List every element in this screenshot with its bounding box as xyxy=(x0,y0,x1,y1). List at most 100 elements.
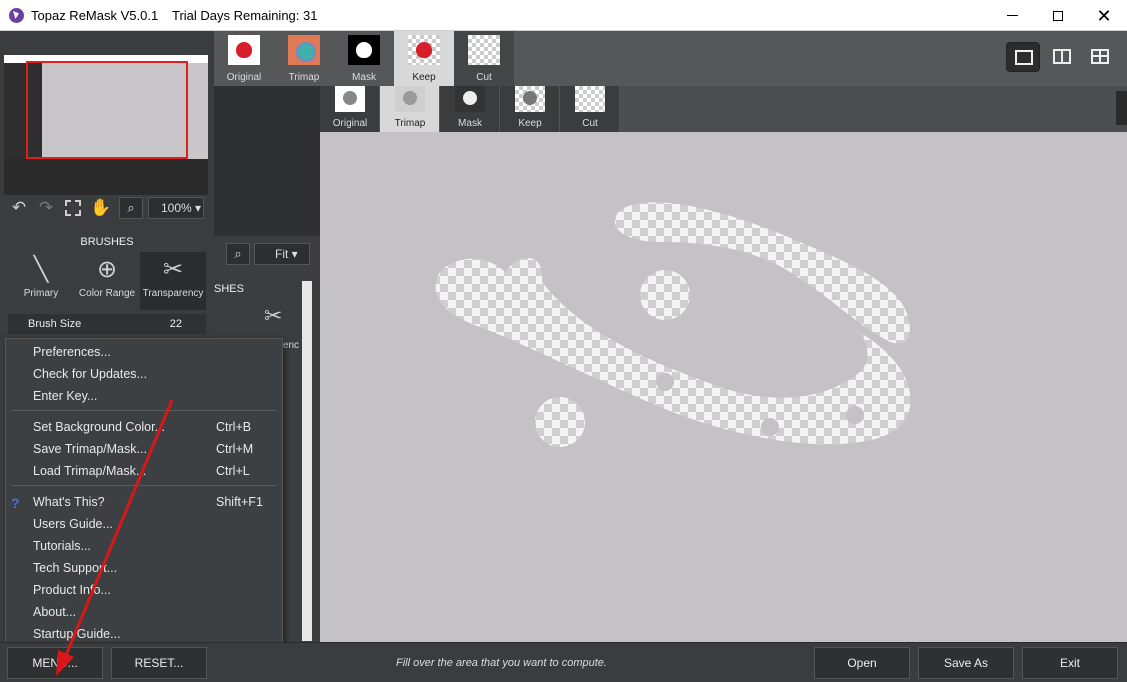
reset-button[interactable]: RESET... xyxy=(111,647,207,679)
whats-this-help-icon: ? xyxy=(11,495,20,511)
primary-brush-button[interactable]: ╲ Primary xyxy=(8,252,74,310)
color-range-brush-button[interactable]: ⊕ Color Range xyxy=(74,252,140,310)
menu-item-check-updates[interactable]: Check for Updates... xyxy=(6,363,282,385)
menu-item-label: Set Background Color... xyxy=(33,420,166,434)
menu-item-label: Users Guide... xyxy=(33,517,113,531)
apple-trimap-icon xyxy=(288,35,320,65)
trial-days-text: Trial Days Remaining: 31 xyxy=(172,8,318,23)
secondary-view-tabs: Original Trimap Mask Keep Cut xyxy=(320,86,1127,132)
brushes-title: BRUSHES xyxy=(80,236,134,248)
status-hint: Fill over the area that you want to comp… xyxy=(396,657,607,669)
transparency-preview-graphic xyxy=(435,202,911,447)
navigator-viewport-rect[interactable] xyxy=(26,61,188,159)
menu-item-whats-this[interactable]: ? What's This? Shift+F1 xyxy=(6,491,282,513)
primary-brush-icon: ╲ xyxy=(33,256,49,283)
close-button[interactable]: ✕ xyxy=(1081,0,1127,31)
minimize-button[interactable] xyxy=(989,0,1035,31)
menu-item-label: Load Trimap/Mask... xyxy=(33,464,147,478)
transparency-brush-button[interactable]: ✂ Transparency xyxy=(140,252,206,310)
menu-item-set-background-color[interactable]: Set Background Color... Ctrl+B xyxy=(6,416,282,438)
menu-item-tech-support[interactable]: Tech Support... xyxy=(6,557,282,579)
navigator-thumbnail[interactable] xyxy=(4,55,208,195)
zoom-button[interactable]: ⌕ xyxy=(119,197,143,219)
subtab-trimap[interactable]: Trimap xyxy=(380,86,440,132)
image-canvas[interactable] xyxy=(320,132,1127,642)
tab-label: Trimap xyxy=(288,72,320,83)
transparency-brush-icon: ✂ xyxy=(162,256,184,283)
tool-row: ↶ ↷ ✋ ⌕ 100% ▾ xyxy=(0,191,214,223)
subtab-label: Cut xyxy=(582,118,598,129)
app-title: Topaz ReMask V5.0.1 xyxy=(31,8,159,23)
menu-separator xyxy=(11,485,277,486)
apple-original-icon xyxy=(228,35,260,65)
apple-original-icon xyxy=(335,86,365,112)
menu-button[interactable]: MENU... xyxy=(7,647,103,679)
apple-mask-icon xyxy=(348,35,380,65)
subtab-cut[interactable]: Cut xyxy=(560,86,620,132)
subtab-mask[interactable]: Mask xyxy=(440,86,500,132)
save-as-button[interactable]: Save As xyxy=(918,647,1014,679)
menu-item-preferences[interactable]: Preferences... xyxy=(6,341,282,363)
brush-label: Transparency xyxy=(142,288,204,299)
secondary-brushes-label: SHES xyxy=(214,283,244,295)
menu-shortcut: Ctrl+L xyxy=(216,464,250,478)
quad-view-button[interactable] xyxy=(1083,42,1117,72)
menu-item-label: Tech Support... xyxy=(33,561,118,575)
panel-toggle-button[interactable] xyxy=(1116,91,1127,125)
redo-icon[interactable]: ↷ xyxy=(35,197,57,219)
menu-item-label: Product Info... xyxy=(33,583,111,597)
menu-item-product-info[interactable]: Product Info... xyxy=(6,579,282,601)
menu-item-save-trimap[interactable]: Save Trimap/Mask... Ctrl+M xyxy=(6,438,282,460)
apple-mask-icon xyxy=(455,86,485,112)
menu-item-label: Save Trimap/Mask... xyxy=(33,442,147,456)
menu-shortcut: Shift+F1 xyxy=(216,495,263,509)
tab-trimap[interactable]: Trimap xyxy=(274,31,334,86)
menu-item-load-trimap[interactable]: Load Trimap/Mask... Ctrl+L xyxy=(6,460,282,482)
open-button[interactable]: Open xyxy=(814,647,910,679)
subtab-keep[interactable]: Keep xyxy=(500,86,560,132)
secondary-zoom-fit-select[interactable]: Fit ▾ xyxy=(254,243,310,265)
hand-pan-icon[interactable]: ✋ xyxy=(90,197,112,219)
title-bar: Topaz ReMask V5.0.1 Trial Days Remaining… xyxy=(0,0,1127,31)
tab-label: Keep xyxy=(412,72,436,83)
maximize-button[interactable] xyxy=(1035,0,1081,31)
menu-item-label: Check for Updates... xyxy=(33,367,147,381)
apple-cut-icon xyxy=(468,35,500,65)
menu-item-about[interactable]: About... xyxy=(6,601,282,623)
split-view-button[interactable] xyxy=(1045,42,1079,72)
color-range-brush-icon: ⊕ xyxy=(96,256,118,283)
apple-keep-icon xyxy=(515,86,545,112)
subtab-original[interactable]: Original xyxy=(320,86,380,132)
tab-original[interactable]: Original xyxy=(214,31,274,86)
menu-item-label: What's This? xyxy=(33,495,105,509)
secondary-zoom-button[interactable]: ⌕ xyxy=(226,243,250,265)
navigator-footer xyxy=(4,159,208,195)
menu-item-label: Enter Key... xyxy=(33,389,98,403)
tab-label: Mask xyxy=(352,72,376,83)
bottom-bar: MENU... RESET... Fill over the area that… xyxy=(0,642,1127,682)
zoom-level-select[interactable]: 100% ▾ xyxy=(148,197,204,219)
secondary-navigator xyxy=(214,86,320,236)
secondary-transparency-brush-icon[interactable]: ✂ xyxy=(264,303,282,329)
brush-size-value: 22 xyxy=(169,318,182,330)
quad-view-icon xyxy=(1091,49,1109,64)
apple-cut-icon xyxy=(575,86,605,112)
brush-size-slider[interactable]: Brush Size 22 xyxy=(8,314,206,334)
exit-button[interactable]: Exit xyxy=(1022,647,1118,679)
menu-item-label: Preferences... xyxy=(33,345,111,359)
subtab-label: Trimap xyxy=(394,118,426,129)
subtab-label: Mask xyxy=(458,118,482,129)
marquee-select-icon[interactable] xyxy=(62,197,84,219)
menu-item-enter-key[interactable]: Enter Key... xyxy=(6,385,282,407)
undo-icon[interactable]: ↶ xyxy=(8,197,30,219)
apple-trimap-icon xyxy=(395,86,425,112)
tab-keep[interactable]: Keep xyxy=(394,31,454,86)
main-menu-popup: Preferences... Check for Updates... Ente… xyxy=(5,338,283,648)
menu-item-users-guide[interactable]: Users Guide... xyxy=(6,513,282,535)
tab-cut[interactable]: Cut xyxy=(454,31,514,86)
secondary-scrollbar[interactable] xyxy=(302,281,312,641)
split-view-icon xyxy=(1053,49,1071,64)
menu-item-tutorials[interactable]: Tutorials... xyxy=(6,535,282,557)
single-view-button[interactable] xyxy=(1006,42,1040,72)
tab-mask[interactable]: Mask xyxy=(334,31,394,86)
